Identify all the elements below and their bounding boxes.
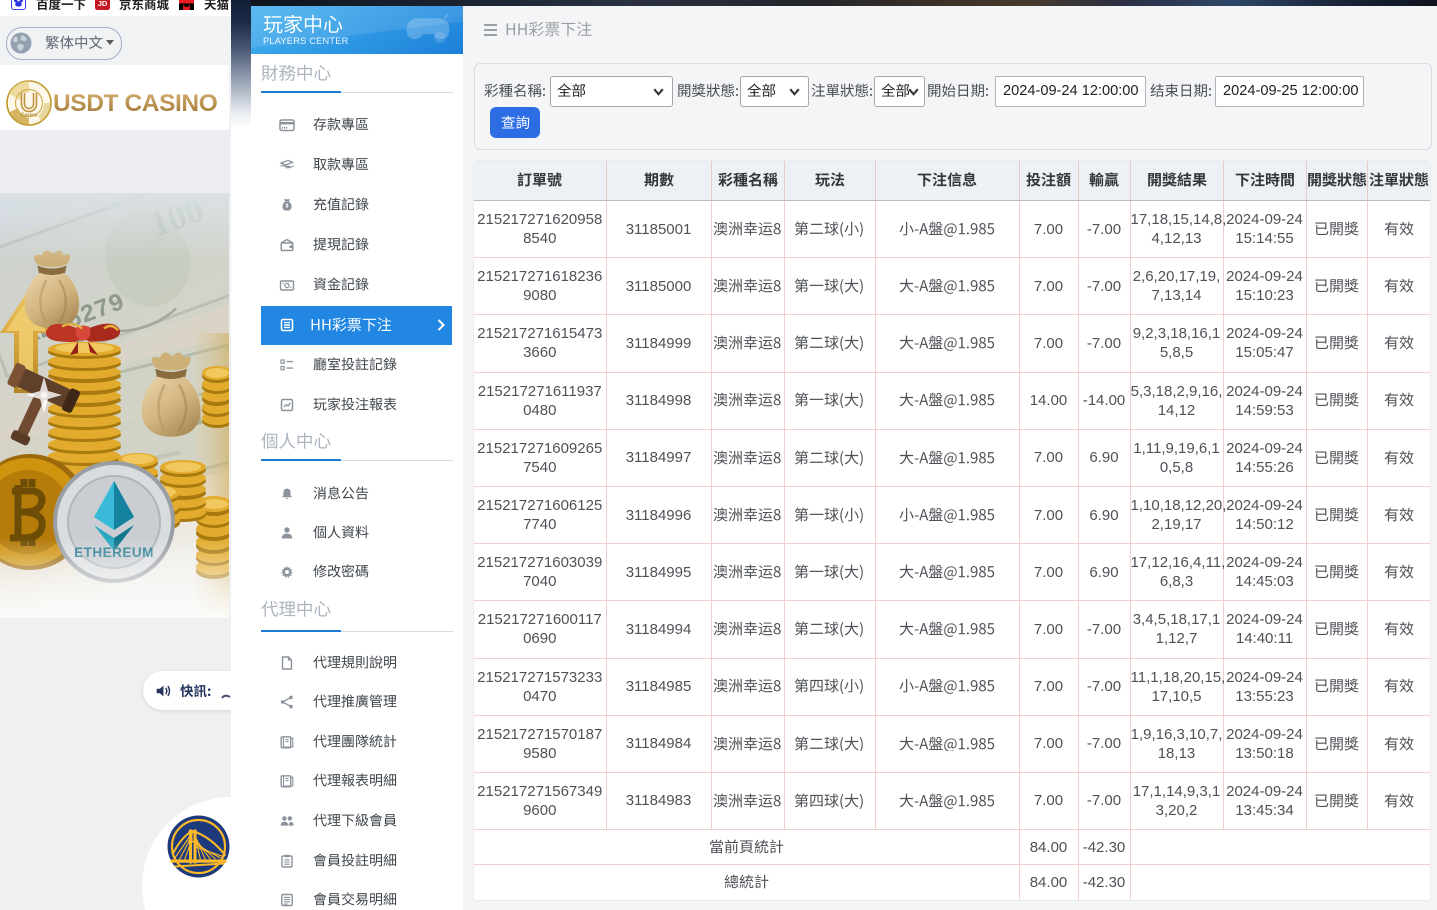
svg-text:Casino: Casino (21, 113, 38, 119)
svg-text:JD: JD (98, 0, 108, 8)
